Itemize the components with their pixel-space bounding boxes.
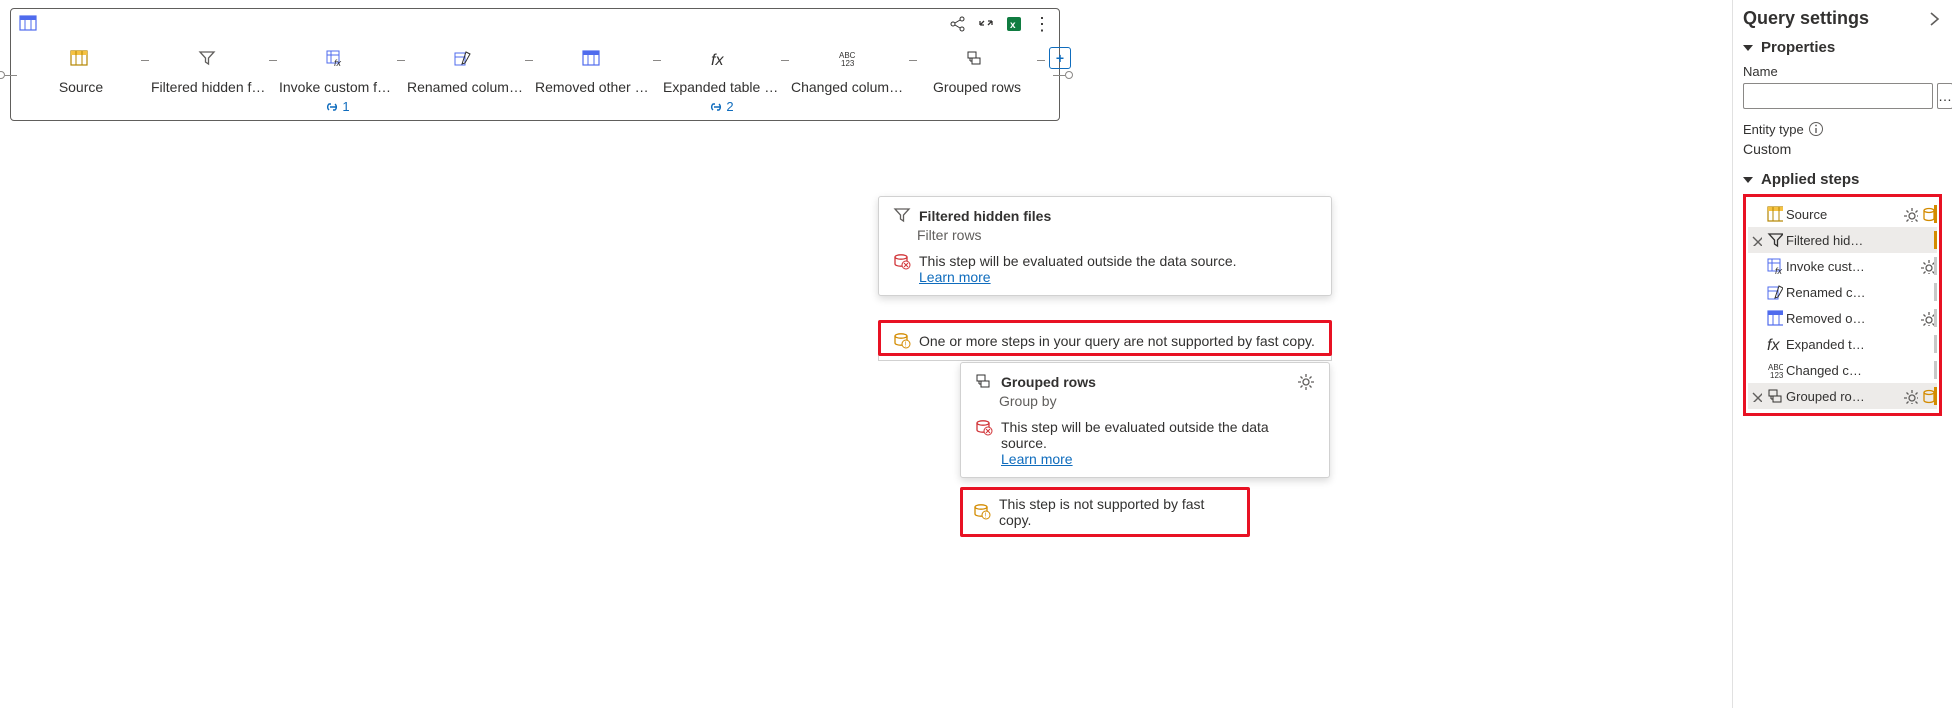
flow-step[interactable]: Expanded table c… 2	[661, 47, 781, 114]
db-icon	[1921, 389, 1935, 404]
flow-step[interactable]: Invoke custom fu… 1	[277, 47, 397, 114]
step-icon	[198, 47, 220, 73]
step-icon	[70, 47, 92, 73]
expand-icon[interactable]	[1926, 10, 1942, 28]
applied-steps-list: Source Filtered hid… Invoke cust… Rename…	[1743, 194, 1942, 416]
more-menu[interactable]: ⋮	[1033, 19, 1051, 29]
step-label: Removed o…	[1786, 311, 1917, 326]
popup2-warning-row: This step is not supported by fast copy.	[960, 487, 1250, 537]
db-x-icon	[893, 253, 911, 271]
flow-step[interactable]: Changed column…	[789, 47, 909, 95]
name-input[interactable]	[1743, 83, 1933, 109]
step-type-icon	[1767, 258, 1783, 274]
step-label: Renamed c…	[1786, 285, 1935, 300]
step-label: Removed other c…	[535, 79, 651, 95]
step-label: Expanded table c…	[663, 79, 779, 95]
applied-steps-title[interactable]: Applied steps	[1761, 171, 1859, 188]
delete-step-icon[interactable]	[1750, 390, 1764, 402]
flow-step[interactable]: Filtered hidden fi…	[149, 47, 269, 95]
info-icon[interactable]	[1808, 121, 1824, 137]
query-icon	[19, 15, 39, 33]
highlight-box	[878, 320, 1332, 356]
applied-step-row[interactable]: Source	[1748, 201, 1937, 227]
name-more-button[interactable]: …	[1937, 83, 1952, 109]
entity-type-label: Entity type	[1743, 122, 1804, 137]
step-type-icon	[1767, 284, 1783, 300]
step-icon	[838, 47, 860, 73]
popup-subtitle: Group by	[999, 393, 1315, 409]
applied-step-row[interactable]: Invoke cust…	[1748, 253, 1937, 279]
gear-icon[interactable]	[1920, 311, 1935, 326]
query-flow-diagram: ⋮ Source Filtered hidden fi… Invoke cust…	[10, 8, 1060, 121]
entity-type-value: Custom	[1743, 141, 1942, 157]
step-label: Changed c…	[1786, 363, 1935, 378]
panel-title: Query settings	[1743, 8, 1869, 29]
step-icon	[326, 47, 348, 73]
gear-icon[interactable]	[1903, 207, 1918, 222]
step-type-icon	[1767, 232, 1783, 248]
learn-more-link[interactable]: Learn more	[919, 269, 991, 285]
applied-step-row[interactable]: Renamed c…	[1748, 279, 1937, 305]
learn-more-link[interactable]: Learn more	[1001, 451, 1073, 467]
step-type-icon	[1767, 206, 1783, 222]
step-popup-filtered: Filtered hidden files Filter rows This s…	[878, 196, 1332, 296]
applied-step-row[interactable]: Expanded t…	[1748, 331, 1937, 357]
delete-step-icon[interactable]	[1750, 234, 1764, 246]
db-x-icon	[975, 419, 993, 437]
flow-step[interactable]: Source	[21, 47, 141, 95]
step-label: Grouped rows	[933, 79, 1021, 95]
applied-step-row[interactable]: Grouped ro…	[1748, 383, 1937, 409]
share-icon[interactable]	[949, 15, 967, 33]
step-label: Filtered hid…	[1786, 233, 1935, 248]
step-icon	[966, 47, 988, 73]
step-type-icon	[1767, 362, 1783, 378]
step-icon	[711, 47, 731, 73]
step-link[interactable]: 2	[708, 99, 733, 114]
step-type-icon	[1767, 310, 1783, 326]
properties-title[interactable]: Properties	[1761, 39, 1835, 56]
step-popup-grouped: Grouped rows Group by This step will be …	[960, 362, 1330, 478]
step-label: Filtered hidden fi…	[151, 79, 267, 95]
group-icon	[975, 373, 993, 391]
add-step-button[interactable]: +	[1049, 47, 1071, 69]
step-label: Changed column…	[791, 79, 907, 95]
applied-step-row[interactable]: Filtered hid…	[1748, 227, 1937, 253]
step-icon	[454, 47, 476, 73]
query-settings-panel: Query settings Properties Name … Entity …	[1732, 0, 1952, 708]
step-label: Grouped ro…	[1786, 389, 1900, 404]
db-warn-icon	[973, 503, 991, 521]
collapse-icon[interactable]	[977, 15, 995, 33]
flow-step[interactable]: Grouped rows	[917, 47, 1037, 95]
step-label: Invoke cust…	[1786, 259, 1917, 274]
popup-title: Grouped rows	[1001, 374, 1096, 390]
step-label: Renamed columns	[407, 79, 523, 95]
step-icon	[582, 47, 604, 73]
flow-step[interactable]: Renamed columns	[405, 47, 525, 95]
applied-step-row[interactable]: Removed o…	[1748, 305, 1937, 331]
gear-icon[interactable]	[1297, 373, 1315, 391]
step-type-icon	[1767, 336, 1783, 352]
step-type-icon	[1767, 388, 1783, 404]
name-label: Name	[1743, 64, 1942, 79]
applied-step-row[interactable]: Changed c…	[1748, 357, 1937, 383]
gear-icon[interactable]	[1920, 259, 1935, 274]
popup-title: Filtered hidden files	[919, 208, 1051, 224]
db-icon	[1921, 207, 1935, 222]
flow-step[interactable]: Removed other c…	[533, 47, 653, 95]
step-label: Expanded t…	[1786, 337, 1935, 352]
eval-text: This step will be evaluated outside the …	[919, 253, 1237, 269]
excel-icon[interactable]	[1005, 15, 1023, 33]
step-label: Invoke custom fu…	[279, 79, 395, 95]
filter-icon	[893, 207, 911, 225]
eval-text: This step will be evaluated outside the …	[1001, 419, 1315, 451]
step-link[interactable]: 1	[324, 99, 349, 114]
warning-text: This step is not supported by fast copy.	[999, 496, 1237, 528]
gear-icon[interactable]	[1903, 389, 1918, 404]
step-label: Source	[1786, 207, 1900, 222]
step-label: Source	[59, 79, 103, 95]
popup-subtitle: Filter rows	[917, 227, 1317, 243]
